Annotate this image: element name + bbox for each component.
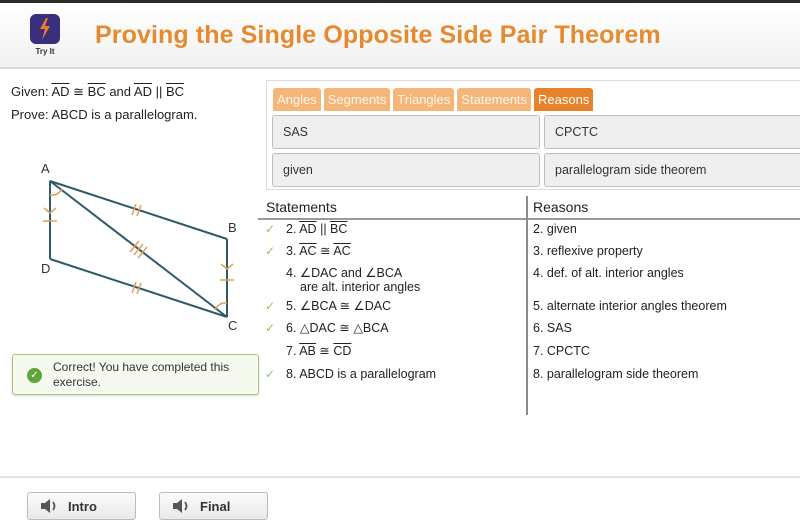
check-icon: ✓: [265, 367, 276, 381]
tab-angles[interactable]: Angles: [273, 88, 321, 111]
statement[interactable]: 5. ∠BCA ≅ ∠DAC: [286, 299, 391, 313]
congruent-symbol: ≅: [69, 84, 88, 99]
step-number: 2.: [286, 222, 300, 236]
segment: AB: [299, 344, 316, 358]
column-divider: [526, 196, 528, 415]
segment: AD: [133, 84, 152, 99]
check-icon: ✓: [265, 222, 276, 236]
reasons-header: Reasons: [533, 199, 589, 215]
segment: AC: [333, 244, 351, 258]
lightning-bolt-icon: [40, 18, 50, 40]
intro-label: Intro: [68, 499, 97, 514]
speaker-icon: [173, 499, 188, 513]
statement[interactable]: 2. AD || BC: [286, 222, 347, 236]
reason-tile-sas[interactable]: SAS: [272, 115, 540, 149]
final-label: Final: [200, 499, 231, 514]
reason[interactable]: 8. parallelogram side theorem: [533, 367, 698, 381]
tab-reasons[interactable]: Reasons: [534, 88, 594, 111]
vertex-label-c: C: [228, 318, 237, 333]
statement[interactable]: 7. AB ≅ CD: [286, 344, 351, 358]
parallelogram-figure: A B C D: [41, 161, 237, 333]
vertex-label-d: D: [41, 261, 50, 276]
reason[interactable]: 4. def. of alt. interior angles: [533, 266, 684, 280]
statement-text-cont: are alt. interior angles: [300, 280, 421, 294]
prove-statement: Prove: ABCD is a parallelogram.: [11, 107, 198, 122]
footer: Intro Final: [0, 476, 800, 520]
given-prefix: Given:: [11, 84, 52, 99]
tab-statements[interactable]: Statements: [457, 88, 532, 111]
intro-button[interactable]: Intro: [27, 492, 136, 520]
operator: ||: [316, 222, 331, 236]
tab-triangles[interactable]: Triangles: [393, 88, 455, 111]
final-button[interactable]: Final: [159, 492, 268, 520]
step-number: 7.: [286, 344, 300, 358]
parallel-symbol: ||: [151, 84, 166, 99]
segment: AD: [299, 222, 317, 236]
segment: CD: [333, 344, 352, 358]
reason-tile-cpctc[interactable]: CPCTC: [544, 115, 800, 149]
feedback-message: Correct! You have completed this exercis…: [53, 360, 230, 389]
check-circle-icon: ✓: [27, 368, 42, 383]
reason[interactable]: 3. reflexive property: [533, 244, 643, 258]
segment: AD: [51, 84, 70, 99]
reason[interactable]: 5. alternate interior angles theorem: [533, 299, 727, 313]
statement[interactable]: 6. △DAC ≅ △BCA: [286, 321, 389, 335]
segment: BC: [87, 84, 106, 99]
step-number: 3.: [286, 244, 300, 258]
reason[interactable]: 7. CPCTC: [533, 344, 590, 358]
header: Try It Proving the Single Opposite Side …: [0, 3, 800, 69]
operator: ≅: [315, 344, 334, 358]
statement[interactable]: 3. AC ≅ AC: [286, 244, 351, 258]
statement[interactable]: 4. ∠DAC and ∠BCA are alt. interior angles: [286, 266, 420, 294]
speaker-icon: [41, 499, 56, 513]
vertex-label-a: A: [41, 161, 50, 176]
statement-text: 4. ∠DAC and ∠BCA: [286, 266, 403, 280]
reason[interactable]: 6. SAS: [533, 321, 572, 335]
bank-tabs: Angles Segments Triangles Statements Rea…: [273, 88, 594, 111]
segment: AC: [299, 244, 317, 258]
reason-tile-parallelogram-side-theorem[interactable]: parallelogram side theorem: [544, 153, 800, 187]
proof-table: Statements Reasons ✓ 2. AD || BC 2. give…: [258, 196, 800, 416]
check-icon: ✓: [265, 321, 276, 335]
segment: BC: [165, 84, 185, 99]
statements-header: Statements: [266, 199, 337, 215]
try-it-logo: [30, 14, 60, 44]
logo-label: Try It: [35, 47, 55, 56]
given-statement: Given: AD ≅ BC and AD || BC: [11, 84, 184, 100]
reason[interactable]: 2. given: [533, 222, 577, 236]
header-divider: [258, 218, 800, 220]
segment: BC: [330, 222, 348, 236]
answer-bank: Angles Segments Triangles Statements Rea…: [266, 80, 800, 190]
page-title: Proving the Single Opposite Side Pair Th…: [95, 21, 661, 49]
reason-tile-given[interactable]: given: [272, 153, 540, 187]
statement[interactable]: 8. ABCD is a parallelogram: [286, 367, 436, 381]
check-icon: ✓: [265, 299, 276, 313]
vertex-label-b: B: [228, 220, 237, 235]
check-icon: ✓: [265, 244, 276, 258]
conjunction: and: [105, 84, 134, 99]
tab-segments[interactable]: Segments: [323, 88, 391, 111]
operator: ≅: [316, 244, 334, 258]
feedback-correct: ✓ Correct! You have completed this exerc…: [12, 354, 259, 395]
